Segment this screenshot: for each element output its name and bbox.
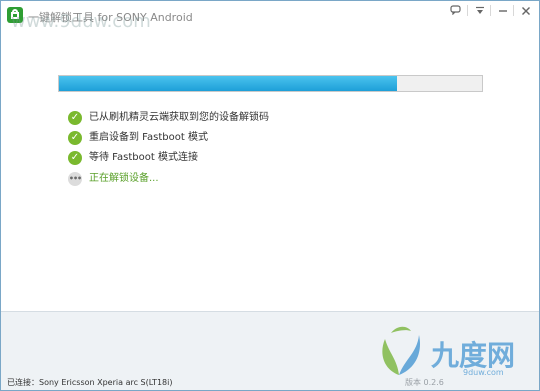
minimize-button[interactable]: [491, 1, 514, 20]
step-label: 正在解锁设备...: [89, 173, 159, 184]
connection-status: 已连接：Sony Ericsson Xperia arc S(LT18i): [7, 378, 173, 387]
ellipsis-icon: •••: [68, 172, 82, 186]
minimize-icon: [498, 10, 507, 12]
watermark-leaf-logo: [382, 326, 421, 375]
close-button[interactable]: [514, 1, 537, 20]
chevron-down-icon: [475, 6, 484, 14]
watermark-top: www.9duw.com: [11, 11, 151, 32]
unlock-progress-bar: [58, 75, 483, 92]
step-label: 已从刷机精灵云端获取到您的设备解锁码: [89, 112, 269, 123]
step-label: 等待 Fastboot 模式连接: [89, 152, 198, 163]
check-icon: ✓: [68, 111, 82, 125]
unlock-progress-fill: [59, 76, 398, 91]
close-icon: [521, 7, 530, 15]
check-icon: ✓: [68, 151, 82, 165]
version-label: 版本 0.2.6: [405, 378, 444, 387]
menu-button[interactable]: [468, 1, 491, 20]
feedback-button[interactable]: [444, 1, 467, 20]
watermark-url: 9duw.com: [463, 368, 504, 377]
app-window: 一键解锁工具 for SONY Android www.9duw.com ✓ 已…: [0, 0, 540, 391]
speech-bubble-icon: [450, 5, 461, 16]
check-icon: ✓: [68, 131, 82, 145]
step-label: 重启设备到 Fastboot 模式: [89, 132, 208, 143]
